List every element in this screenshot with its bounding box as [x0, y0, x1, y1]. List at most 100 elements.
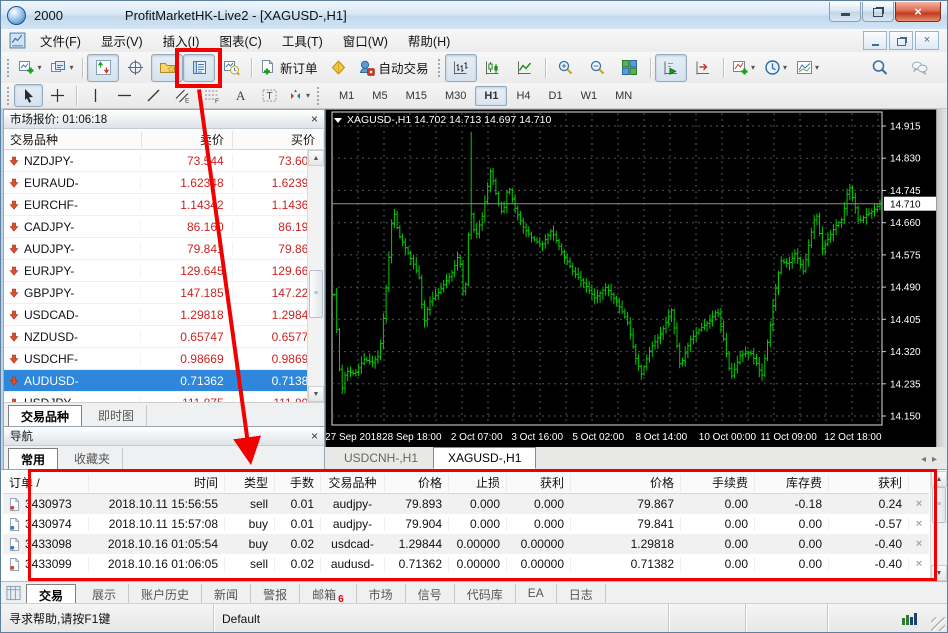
toolbar-grip[interactable]	[315, 84, 321, 107]
zoom-out-button[interactable]	[582, 54, 614, 82]
arrows-button[interactable]: ▾	[284, 84, 313, 107]
terminal-button[interactable]	[183, 53, 215, 82]
close-order-icon[interactable]: ×	[909, 518, 929, 530]
market-watch-row-cadjpy[interactable]: CADJPY- 86.160 86.197	[4, 216, 324, 238]
order-row-3433099[interactable]: 3433099 2018.10.16 01:06:05 sell 0.02 audusd…	[3, 554, 929, 574]
menu-charts[interactable]: 图表(C)	[209, 29, 271, 52]
status-profile[interactable]: Default	[214, 604, 669, 632]
orders-column-header[interactable]: 交易品种	[321, 474, 385, 491]
orders-column-header[interactable]: 手数	[275, 474, 321, 491]
channel-button[interactable]: E	[168, 84, 197, 107]
market-watch-close-icon[interactable]: ×	[311, 113, 318, 125]
terminal-scroll-up-icon[interactable]: ▲	[931, 471, 947, 487]
search-button[interactable]	[863, 54, 895, 82]
market-watch-row-eurchf[interactable]: EURCHF- 1.14342 1.14368	[4, 194, 324, 216]
chart-tab-usdcnhh1[interactable]: USDCNH-,H1	[329, 447, 433, 469]
terminal-scrollbar[interactable]: ▲ ≡ ▼	[930, 471, 947, 581]
data-window-button[interactable]	[119, 54, 151, 82]
menu-file[interactable]: 文件(F)	[30, 29, 91, 52]
restore-button[interactable]	[862, 2, 894, 22]
new-chart-button[interactable]: ▾	[14, 54, 46, 82]
fibonacci-button[interactable]: F	[197, 84, 226, 107]
chart-window-icon[interactable]	[9, 32, 26, 49]
cursor-button[interactable]	[14, 84, 43, 107]
chart-shift-button[interactable]	[687, 54, 719, 82]
orders-column-header[interactable]: 价格	[385, 474, 449, 491]
periods-button[interactable]: ▾	[760, 54, 792, 82]
auto-scroll-button[interactable]	[654, 53, 687, 82]
orders-column-header[interactable]: 手续费	[681, 474, 755, 491]
market-watch-row-audjpy[interactable]: AUDJPY- 79.841 79.867	[4, 238, 324, 260]
timeframe-m30[interactable]: M30	[436, 86, 475, 106]
order-row-3430973[interactable]: 3430973 2018.10.11 15:56:55 sell 0.01 audjpy…	[3, 494, 929, 514]
resize-grip[interactable]	[931, 617, 945, 631]
orders-column-header[interactable]: 类型	[225, 474, 275, 491]
timeframe-m15[interactable]: M15	[397, 86, 436, 106]
column-sell[interactable]: 卖价	[142, 130, 233, 148]
menu-window[interactable]: 窗口(W)	[333, 29, 398, 52]
column-buy[interactable]: 买价	[233, 130, 324, 148]
crosshair-button[interactable]	[43, 84, 72, 107]
vline-button[interactable]	[81, 84, 110, 107]
market-watch-scrollbar[interactable]: ▲ ≡ ▼	[307, 150, 324, 402]
market-watch-row-euraud[interactable]: EURAUD- 1.62348 1.62391	[4, 172, 324, 194]
orders-column-header[interactable]: 获利	[829, 474, 909, 491]
dropdown-caret-icon[interactable]: ▾	[751, 63, 755, 72]
autotrading-button[interactable]: 自动交易	[355, 54, 434, 82]
menu-tools[interactable]: 工具(T)	[272, 29, 333, 52]
indicators-button[interactable]: ▾	[728, 54, 760, 82]
text-label-button[interactable]: T	[255, 84, 284, 107]
tabs-scroll-left-icon[interactable]: ◂	[921, 454, 926, 465]
minimize-button[interactable]	[829, 2, 861, 22]
navigator-tab[interactable]: 收藏夹	[62, 448, 124, 470]
orders-column-header[interactable]: 订单 /	[3, 474, 89, 491]
timeframe-h1[interactable]: H1	[475, 85, 508, 106]
navigator-close-icon[interactable]: ×	[311, 430, 318, 442]
toolbar-grip[interactable]	[5, 84, 10, 107]
zoom-in-button[interactable]	[550, 54, 582, 82]
market-watch-row-audusd[interactable]: AUDUSD- 0.71362 0.71382	[4, 370, 324, 392]
timeframe-m1[interactable]: M1	[330, 86, 363, 106]
dropdown-caret-icon[interactable]: ▾	[783, 63, 787, 72]
open-profiles-button[interactable]: ▾	[46, 54, 78, 82]
dropdown-caret-icon[interactable]: ▾	[37, 63, 41, 72]
timeframe-mn[interactable]: MN	[606, 86, 641, 106]
metaeditor-button[interactable]	[323, 54, 355, 82]
tab-experts[interactable]: EA	[516, 584, 557, 603]
orders-column-header[interactable]: 库存费	[755, 474, 829, 491]
orders-column-header[interactable]: 价格	[571, 474, 681, 491]
market-watch-row-nzdusd[interactable]: NZDUSD- 0.65747 0.65770	[4, 326, 324, 348]
tabs-scroll-right-icon[interactable]: ▸	[932, 454, 937, 465]
timeframe-h4[interactable]: H4	[507, 86, 539, 106]
dropdown-caret-icon[interactable]: ▾	[69, 63, 73, 72]
tile-windows-button[interactable]	[614, 54, 646, 82]
market-watch-row-nzdjpy[interactable]: NZDJPY- 73.544 73.601	[4, 150, 324, 172]
navigator-button[interactable]	[151, 53, 183, 82]
toolbar-grip[interactable]	[5, 56, 10, 79]
line-chart-button[interactable]	[509, 54, 541, 82]
terminal-scrollbar-thumb[interactable]: ≡	[932, 487, 946, 523]
orders-column-header[interactable]: 获利	[507, 474, 571, 491]
dropdown-caret-icon[interactable]: ▾	[306, 91, 310, 100]
close-order-icon[interactable]: ×	[909, 538, 929, 550]
scrollbar-thumb[interactable]: ≡	[309, 270, 323, 318]
close-button[interactable]: ×	[895, 2, 941, 22]
scroll-down-icon[interactable]: ▼	[308, 386, 324, 402]
timeframe-w1[interactable]: W1	[572, 86, 607, 106]
market-watch-button[interactable]	[87, 53, 119, 82]
mdi-restore-button[interactable]	[889, 31, 913, 50]
menu-insert[interactable]: 插入(I)	[153, 29, 210, 52]
menu-help[interactable]: 帮助(H)	[398, 29, 460, 52]
chart-vertical-scrollbar[interactable]	[936, 109, 947, 447]
mdi-minimize-button[interactable]	[863, 31, 887, 50]
timeframe-m5[interactable]: M5	[363, 86, 396, 106]
column-symbol[interactable]: 交易品种	[4, 130, 142, 148]
market-watch-row-eurjpy[interactable]: EURJPY- 129.645 129.667	[4, 260, 324, 282]
bar-chart-button[interactable]	[444, 53, 477, 82]
market-watch-row-gbpjpy[interactable]: GBPJPY- 147.185 147.221	[4, 282, 324, 304]
market-watch-row-usdchf[interactable]: USDCHF- 0.98669 0.98691	[4, 348, 324, 370]
new-order-button[interactable]: 新订单	[256, 54, 323, 82]
orders-column-header[interactable]: 止损	[449, 474, 507, 491]
close-order-icon[interactable]: ×	[909, 558, 929, 570]
trendline-button[interactable]	[139, 84, 168, 107]
